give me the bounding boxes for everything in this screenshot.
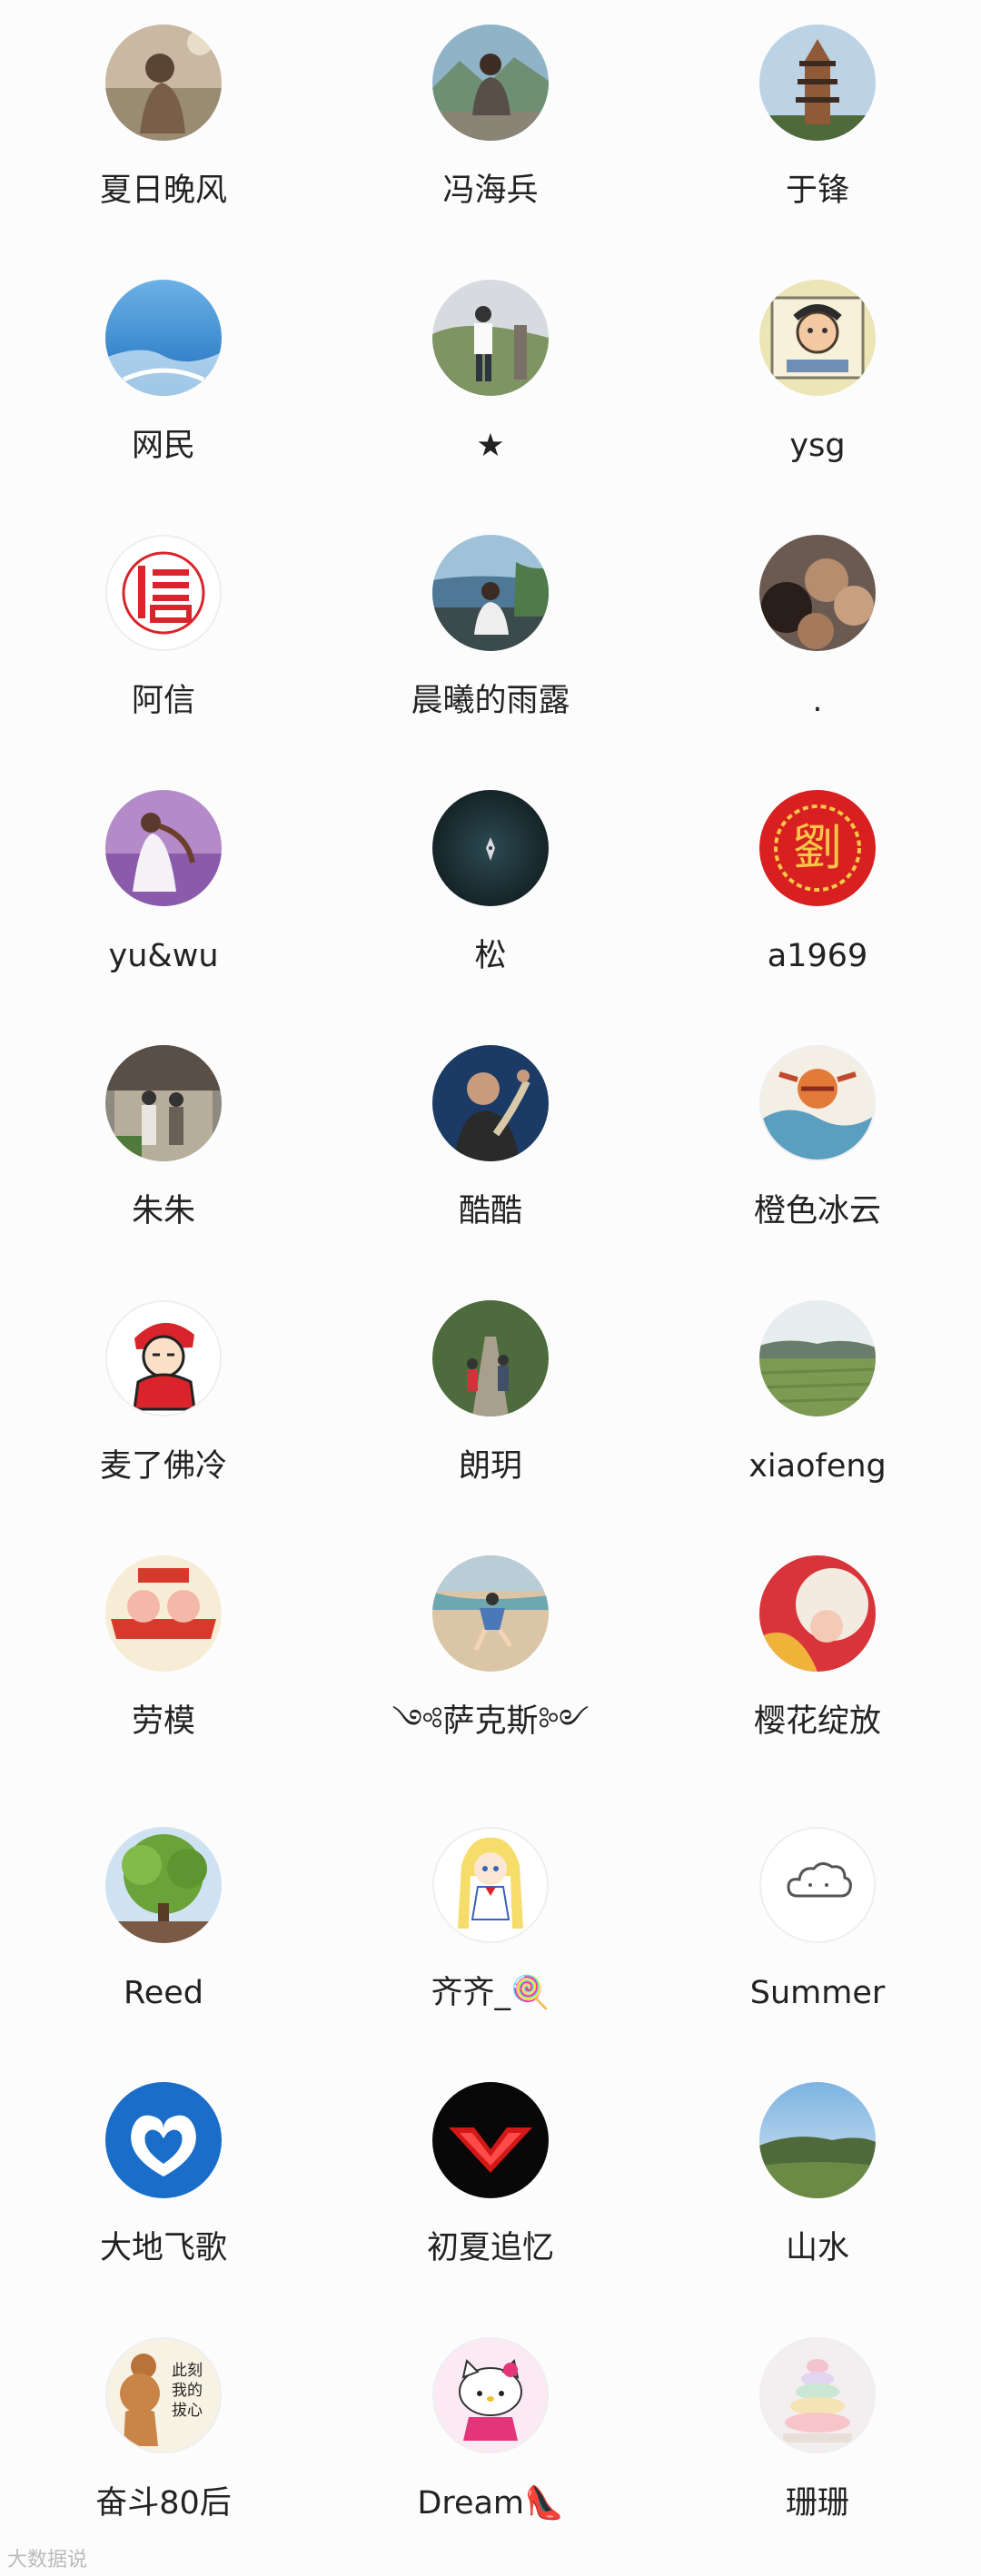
contact-item[interactable]: ★ bbox=[327, 255, 654, 510]
forest-path-avatar[interactable] bbox=[432, 1300, 549, 1416]
contact-name: 奋斗80后 bbox=[95, 2485, 232, 2522]
man-standing-avatar[interactable] bbox=[432, 280, 549, 396]
person-sitting-avatar[interactable] bbox=[105, 25, 222, 141]
contact-item[interactable]: 齐齐_🍭 bbox=[327, 1802, 654, 2058]
cartoon-drawing-avatar[interactable] bbox=[759, 280, 876, 396]
contact-name: 麦了佛冷 bbox=[99, 1448, 227, 1485]
contact-item[interactable]: ysg bbox=[654, 255, 981, 510]
contact-item[interactable]: yu&wu bbox=[0, 765, 327, 1021]
contact-name: 齐齐_🍭 bbox=[431, 1975, 550, 2011]
man-on-rocks-avatar[interactable] bbox=[432, 25, 549, 141]
contact-name: 朱朱 bbox=[131, 1193, 195, 1229]
contact-name: 夏日晚风 bbox=[99, 173, 227, 209]
group-photo-avatar[interactable] bbox=[759, 535, 876, 651]
contact-name: yu&wu bbox=[108, 938, 219, 974]
watermark: 大数据说 bbox=[7, 2549, 88, 2571]
red-cartoon-boy-avatar[interactable] bbox=[105, 1300, 222, 1416]
contact-item[interactable]: Summer bbox=[654, 1802, 981, 2058]
contact-name: ysg bbox=[789, 428, 846, 464]
svg-text:此刻: 此刻 bbox=[172, 2362, 203, 2380]
svg-text:我的: 我的 bbox=[172, 2382, 203, 2400]
contact-item[interactable]: Dream👠 bbox=[327, 2313, 654, 2568]
contact-name: 橙色冰云 bbox=[753, 1193, 881, 1229]
big-tree-avatar[interactable] bbox=[105, 1827, 222, 1943]
contact-item[interactable]: 晨曦的雨露 bbox=[327, 510, 654, 765]
hello-kitty-avatar[interactable] bbox=[432, 2337, 549, 2453]
contact-name: . bbox=[812, 683, 823, 719]
elderly-couple-avatar[interactable] bbox=[105, 1045, 222, 1161]
contact-name: Reed bbox=[123, 1975, 204, 2011]
pagoda-avatar[interactable] bbox=[759, 25, 876, 141]
blue-landscape-avatar[interactable] bbox=[105, 280, 222, 396]
contact-item[interactable]: 松 bbox=[327, 765, 654, 1021]
contact-item[interactable]: 冯海兵 bbox=[327, 0, 654, 255]
sailor-moon-avatar[interactable] bbox=[432, 1827, 549, 1943]
boat-on-dark-water-avatar[interactable] bbox=[432, 790, 549, 906]
contact-name: 网民 bbox=[131, 428, 195, 464]
contact-item[interactable]: 大地飞歌 bbox=[0, 2058, 327, 2313]
red-illustration-avatar[interactable] bbox=[759, 1555, 876, 1672]
hill-landscape-avatar[interactable] bbox=[759, 2082, 876, 2198]
contact-item[interactable]: 橙色冰云 bbox=[654, 1021, 981, 1276]
contact-item[interactable]: 初夏追忆 bbox=[327, 2058, 654, 2313]
contact-name: xiaofeng bbox=[748, 1448, 887, 1485]
contact-name: 山水 bbox=[785, 2230, 849, 2266]
contact-name: 珊珊 bbox=[785, 2485, 849, 2522]
contact-name: 酷酷 bbox=[458, 1193, 522, 1229]
contact-name: 大地飞歌 bbox=[99, 2230, 227, 2266]
contact-item[interactable]: 朗玥 bbox=[327, 1276, 654, 1531]
man-at-sea-avatar[interactable] bbox=[432, 535, 549, 651]
cartoon-pig-avatar[interactable] bbox=[105, 1555, 222, 1672]
contact-name: 劳模 bbox=[131, 1703, 195, 1740]
svg-text:劉: 劉 bbox=[793, 819, 842, 876]
macaron-tower-avatar[interactable] bbox=[759, 2337, 876, 2453]
contact-item[interactable]: 麦了佛冷 bbox=[0, 1276, 327, 1531]
contact-item[interactable]: . bbox=[654, 510, 981, 765]
contact-name: 冯海兵 bbox=[442, 173, 539, 209]
beach-jump-avatar[interactable] bbox=[432, 1555, 549, 1672]
contact-item[interactable]: ༺萨克斯༻ bbox=[327, 1531, 654, 1802]
contact-name: 晨曦的雨露 bbox=[411, 683, 570, 719]
contact-name: 朗玥 bbox=[458, 1448, 522, 1485]
contact-name: Summer bbox=[749, 1975, 886, 2011]
contact-item[interactable]: 珊珊 bbox=[654, 2313, 981, 2568]
performer-avatar[interactable] bbox=[432, 1045, 549, 1161]
jerry-mouse-avatar[interactable]: 此刻 我的 拔心 bbox=[105, 2337, 222, 2453]
contact-name: Dream👠 bbox=[417, 2485, 564, 2522]
svg-text:拔心: 拔心 bbox=[172, 2402, 203, 2420]
contact-name: 阿信 bbox=[131, 683, 195, 719]
contact-item[interactable]: 阿信 bbox=[0, 510, 327, 765]
contact-name: a1969 bbox=[767, 938, 868, 974]
contact-item[interactable]: 朱朱 bbox=[0, 1021, 327, 1276]
red-liu-seal-avatar[interactable]: 劉 bbox=[759, 790, 876, 906]
red-v-logo-avatar[interactable] bbox=[432, 2082, 549, 2198]
red-xin-logo-avatar[interactable] bbox=[105, 535, 222, 651]
cloud-avatar[interactable] bbox=[759, 1827, 876, 1943]
contact-name: 樱花绽放 bbox=[753, 1703, 881, 1740]
contact-item[interactable]: 劳模 bbox=[0, 1531, 327, 1802]
lavender-field-avatar[interactable] bbox=[105, 790, 222, 906]
contact-item[interactable]: 山水 bbox=[654, 2058, 981, 2313]
contact-name: ★ bbox=[476, 428, 505, 464]
contact-name: 初夏追忆 bbox=[426, 2230, 554, 2266]
contact-item[interactable]: xiaofeng bbox=[654, 1276, 981, 1531]
contact-item[interactable]: 劉 a1969 bbox=[654, 765, 981, 1021]
contact-item[interactable]: 于锋 bbox=[654, 0, 981, 255]
contact-grid: 夏日晚风 冯海兵 于锋 网民 ★ ysg 阿信 晨曦的雨露 . yu&wu 松 … bbox=[0, 0, 981, 2568]
contact-name: 松 bbox=[474, 938, 507, 974]
contact-item[interactable]: 夏日晚风 bbox=[0, 0, 327, 255]
contact-name: ༺萨克斯༻ bbox=[391, 1703, 590, 1740]
green-field-avatar[interactable] bbox=[759, 1300, 876, 1416]
contact-item[interactable]: 此刻 我的 拔心 奋斗80后 bbox=[0, 2313, 327, 2568]
contact-item[interactable]: 樱花绽放 bbox=[654, 1531, 981, 1802]
contact-name: 于锋 bbox=[785, 173, 849, 209]
folk-painting-avatar[interactable] bbox=[759, 1045, 876, 1161]
contact-item[interactable]: Reed bbox=[0, 1802, 327, 2058]
contact-item[interactable]: 网民 bbox=[0, 255, 327, 510]
heart-cloud-avatar[interactable] bbox=[105, 2082, 222, 2198]
contact-item[interactable]: 酷酷 bbox=[327, 1021, 654, 1276]
